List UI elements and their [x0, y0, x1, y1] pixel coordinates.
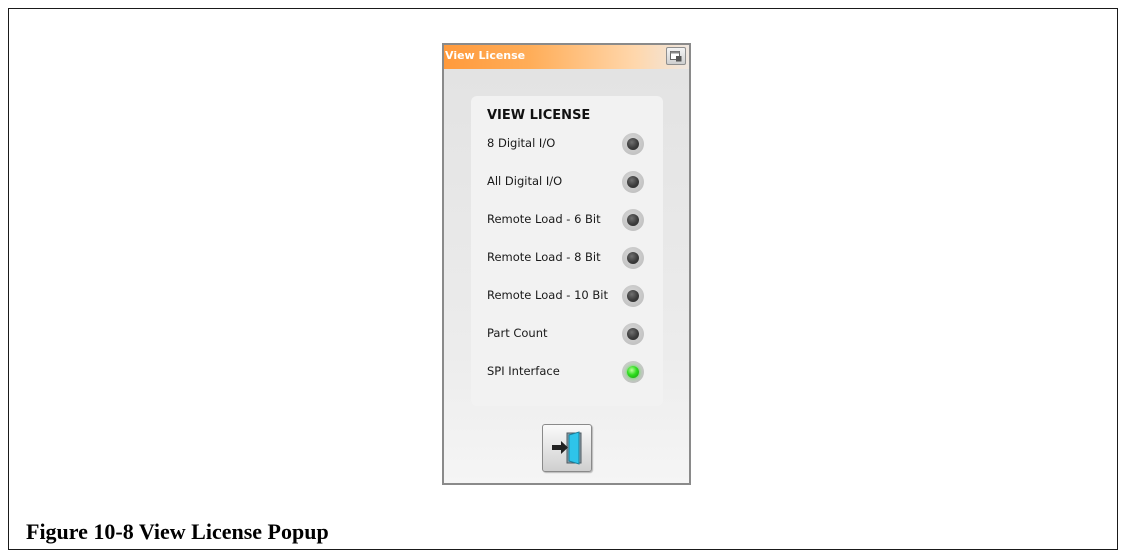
- license-label: Part Count: [487, 326, 548, 340]
- exit-door-icon: [552, 431, 582, 465]
- license-label: Remote Load - 8 Bit: [487, 250, 601, 264]
- popup-titlebar: View License: [444, 45, 689, 69]
- status-led-off-icon: [622, 133, 644, 155]
- status-led-off-icon: [622, 285, 644, 307]
- restore-window-icon: [670, 51, 682, 62]
- license-label: 8 Digital I/O: [487, 136, 556, 150]
- license-row: All Digital I/O: [487, 169, 647, 195]
- license-row: 8 Digital I/O: [487, 131, 647, 157]
- status-led-off-icon: [622, 171, 644, 193]
- status-led-on-icon: [622, 361, 644, 383]
- license-label: Remote Load - 10 Bit: [487, 288, 608, 302]
- status-led-off-icon: [622, 209, 644, 231]
- license-row: SPI Interface: [487, 359, 647, 385]
- status-led-off-icon: [622, 247, 644, 269]
- license-label: Remote Load - 6 Bit: [487, 212, 601, 226]
- figure-caption: Figure 10-8 View License Popup: [26, 519, 329, 544]
- license-row: Part Count: [487, 321, 647, 347]
- license-row: Remote Load - 10 Bit: [487, 283, 647, 309]
- license-label: SPI Interface: [487, 364, 560, 378]
- view-license-popup: View License VIEW LICENSE 8 Digital I/O A…: [442, 43, 691, 485]
- restore-window-button[interactable]: [666, 47, 686, 65]
- license-panel: VIEW LICENSE 8 Digital I/O All Digital I/…: [471, 96, 663, 406]
- popup-title: View License: [445, 49, 526, 62]
- license-row: Remote Load - 6 Bit: [487, 207, 647, 233]
- license-row: Remote Load - 8 Bit: [487, 245, 647, 271]
- panel-title: VIEW LICENSE: [487, 108, 591, 123]
- status-led-off-icon: [622, 323, 644, 345]
- license-label: All Digital I/O: [487, 174, 563, 188]
- exit-button[interactable]: [542, 424, 592, 472]
